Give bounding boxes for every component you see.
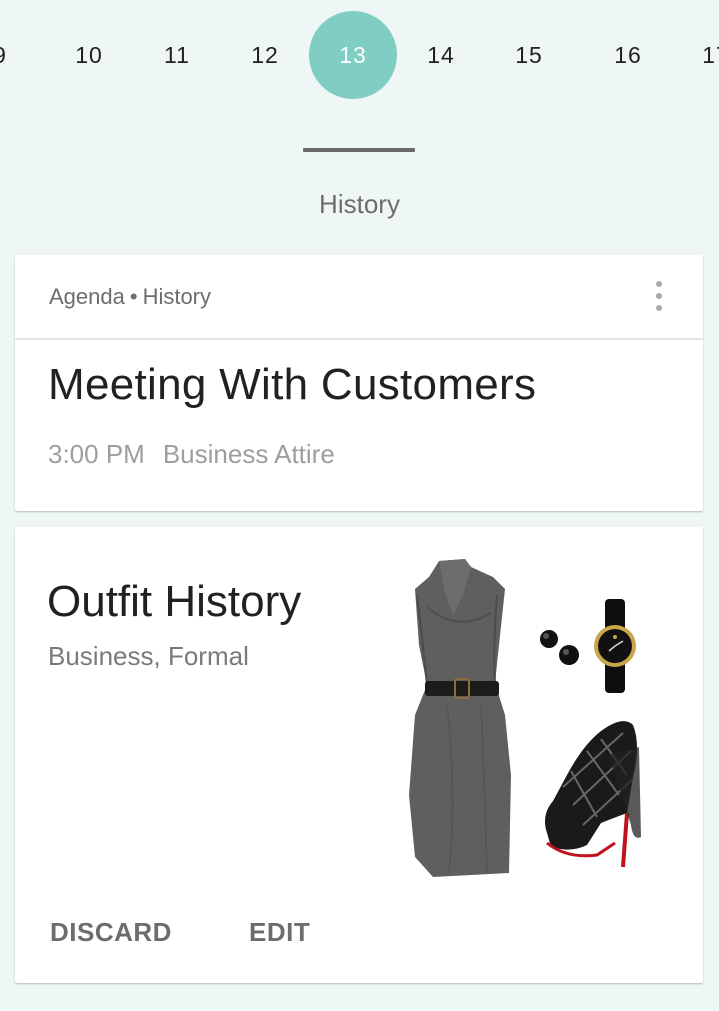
event-time: 3:00 PM xyxy=(48,439,145,469)
event-title: Meeting With Customers xyxy=(48,360,537,409)
more-options-icon[interactable] xyxy=(645,281,673,311)
outfit-image xyxy=(409,559,641,877)
breadcrumb-agenda: Agenda xyxy=(49,284,125,309)
event-meta: 3:00 PM Business Attire xyxy=(48,439,335,470)
discard-button[interactable]: DISCARD xyxy=(50,917,172,948)
scroll-indicator xyxy=(303,148,415,152)
watch-image xyxy=(594,599,636,693)
heels-image xyxy=(545,721,641,868)
date-14[interactable]: 14 xyxy=(397,11,485,99)
card-header: Agenda • History xyxy=(15,255,703,340)
date-9[interactable]: 9 xyxy=(0,11,44,99)
card-actions: DISCARD EDIT xyxy=(15,917,703,967)
breadcrumb-separator: • xyxy=(129,284,138,309)
earrings-image xyxy=(540,630,579,665)
date-15[interactable]: 15 xyxy=(485,11,573,99)
breadcrumb: Agenda • History xyxy=(49,284,211,310)
date-16[interactable]: 16 xyxy=(584,11,672,99)
date-11[interactable]: 11 xyxy=(133,11,221,99)
date-10[interactable]: 10 xyxy=(45,11,133,99)
breadcrumb-history: History xyxy=(142,284,212,309)
outfit-card[interactable]: Outfit History Business, Formal DISCARD … xyxy=(15,527,703,983)
dress-image xyxy=(409,559,511,877)
event-attire: Business Attire xyxy=(162,439,335,469)
outfit-subtitle: Business, Formal xyxy=(48,641,249,671)
date-13-selected[interactable]: 13 xyxy=(309,11,397,99)
section-title: History xyxy=(319,189,400,219)
agenda-card[interactable]: Agenda • History Meeting With Customers 3:… xyxy=(15,255,703,511)
date-strip: 9 10 11 12 13 14 15 16 17 xyxy=(0,0,719,110)
date-12[interactable]: 12 xyxy=(221,11,309,99)
outfit-title: Outfit History xyxy=(47,577,302,626)
date-17[interactable]: 17 xyxy=(672,11,719,99)
edit-button[interactable]: EDIT xyxy=(249,917,310,948)
